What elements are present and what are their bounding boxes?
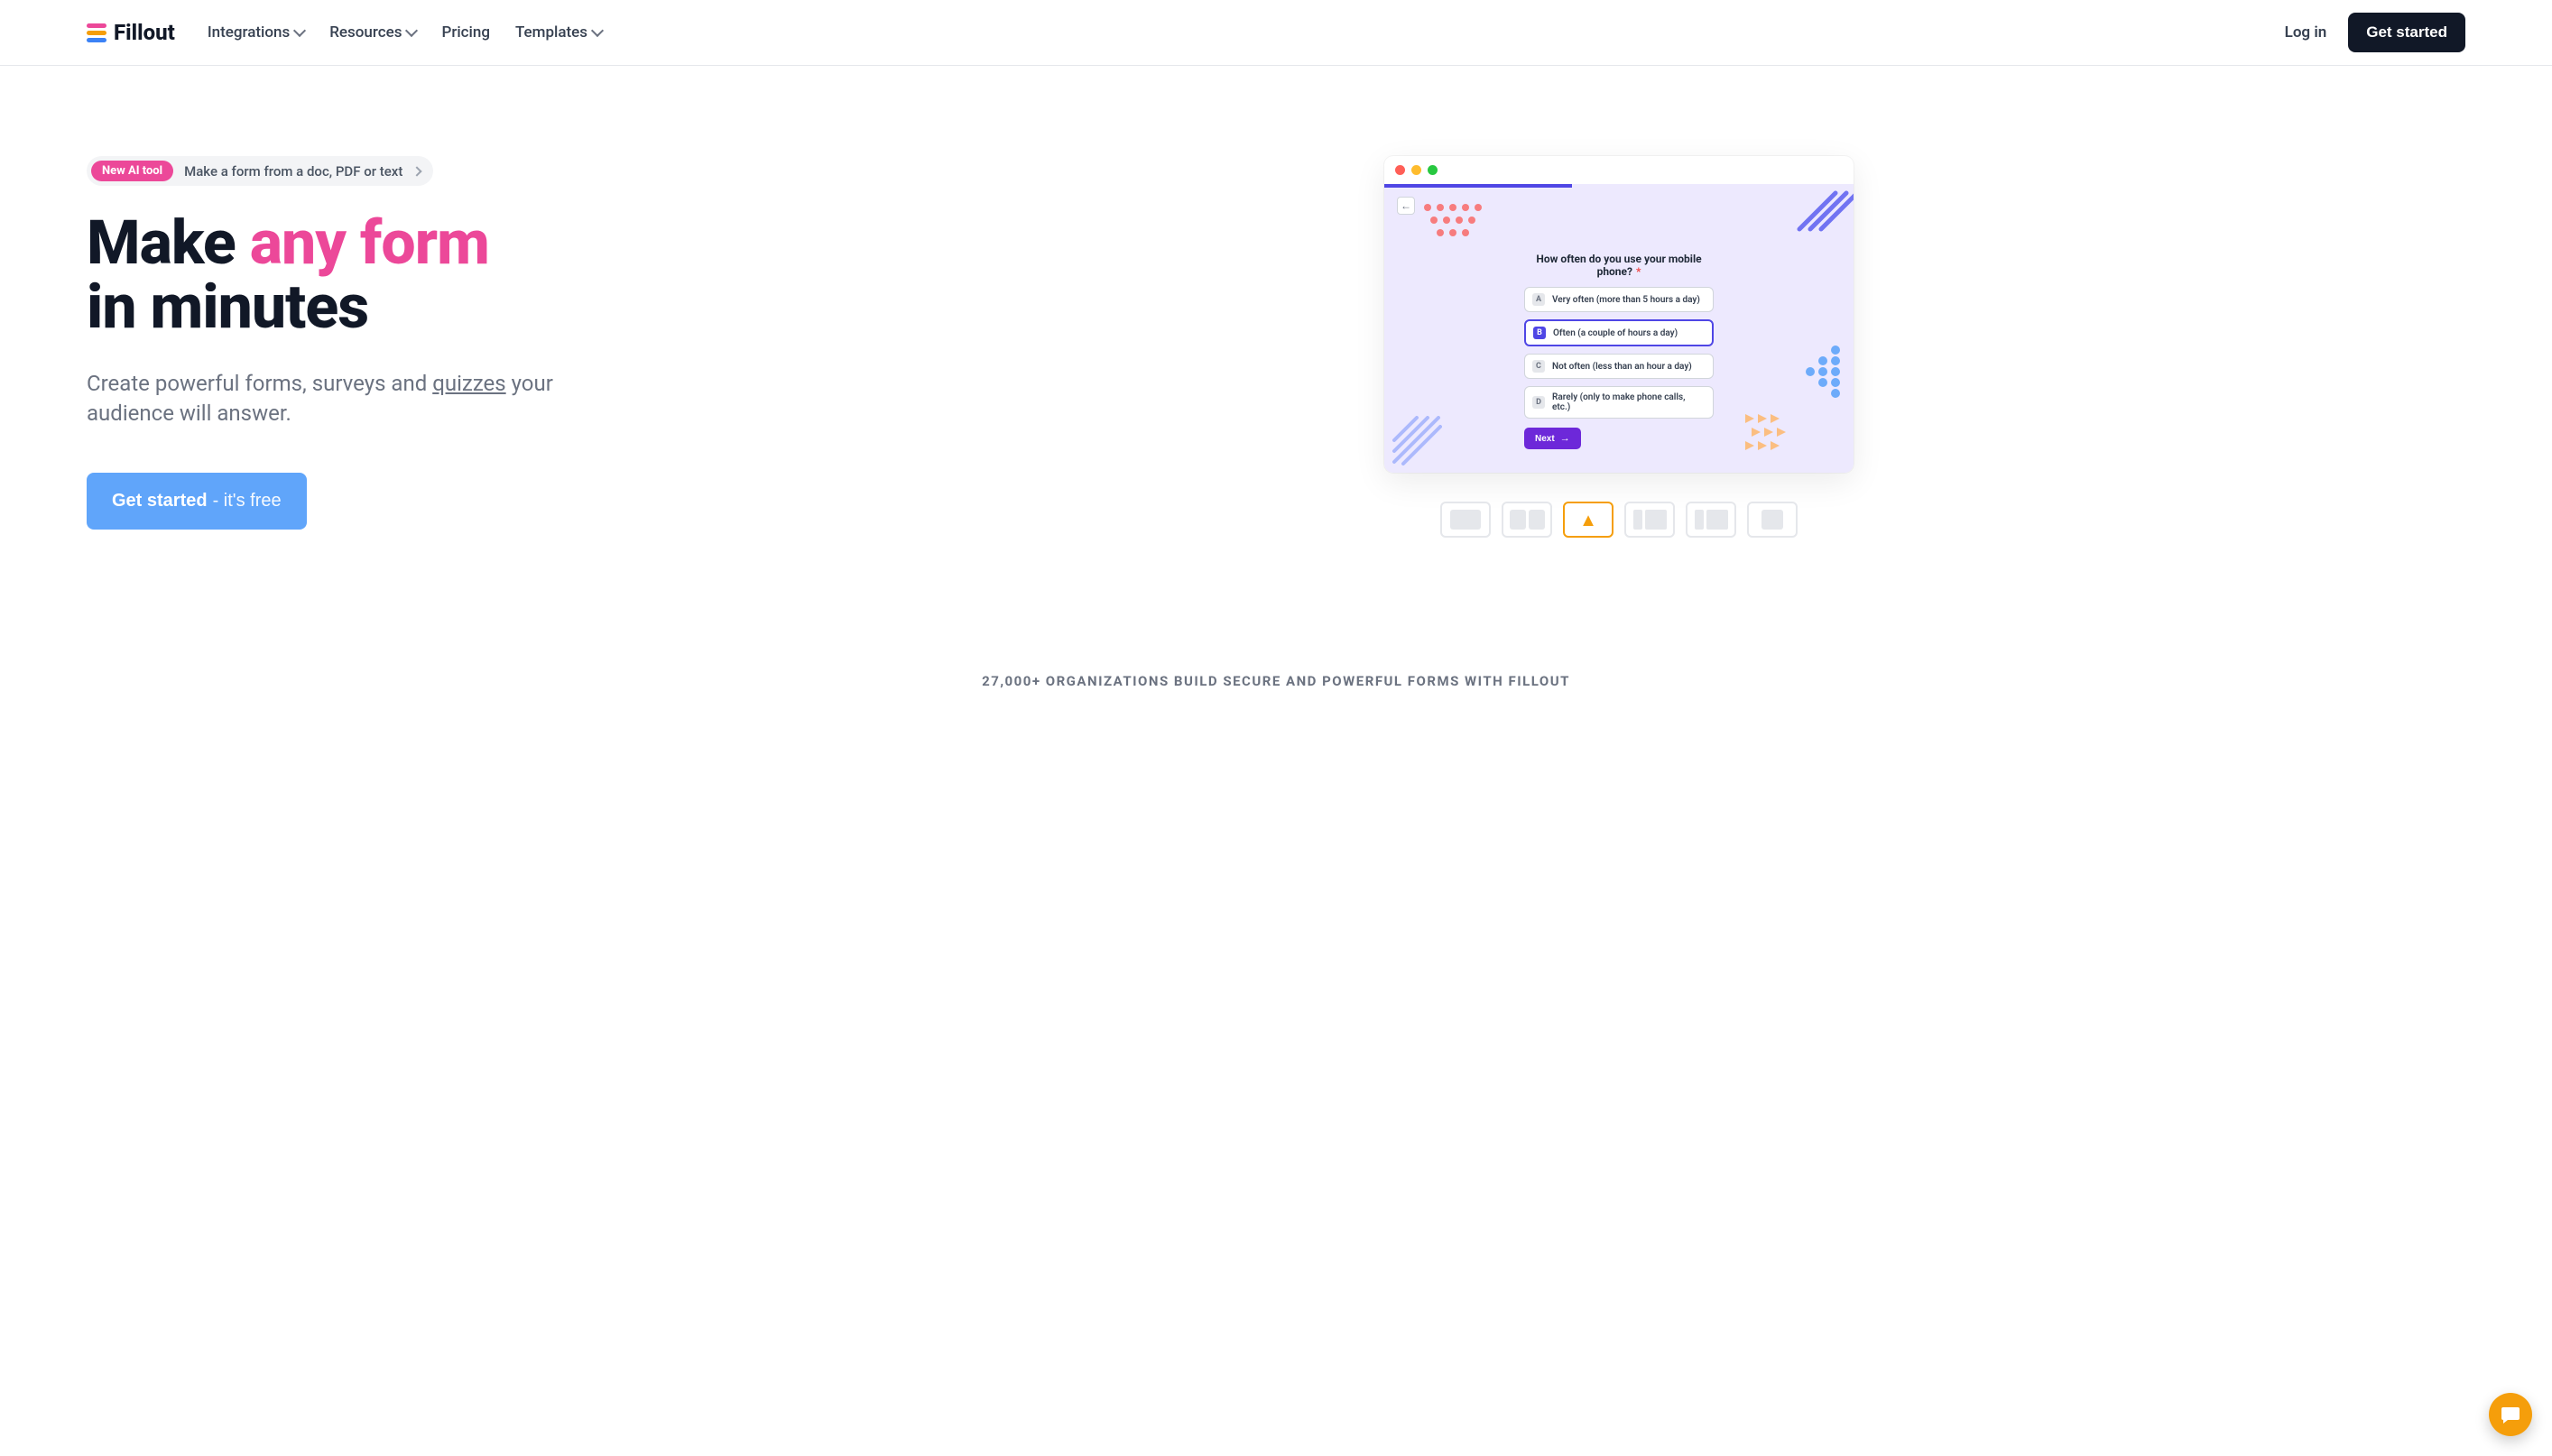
hero-subtitle: Create powerful forms, surveys and quizz… bbox=[87, 369, 592, 429]
thumb-layout-4[interactable] bbox=[1624, 502, 1675, 538]
thumb-layout-2[interactable] bbox=[1502, 502, 1552, 538]
chat-icon bbox=[2500, 1404, 2521, 1425]
form-card: How often do you use your mobile phone?*… bbox=[1524, 253, 1714, 449]
quizzes-link[interactable]: quizzes bbox=[432, 371, 505, 396]
nav-integrations[interactable]: Integrations bbox=[208, 23, 304, 41]
option-key: C bbox=[1532, 360, 1545, 373]
option-c[interactable]: C Not often (less than an hour a day) bbox=[1524, 354, 1714, 379]
layout-thumbnails: ▲ bbox=[1440, 502, 1798, 538]
thumb-layout-6[interactable] bbox=[1747, 502, 1798, 538]
nav-templates[interactable]: Templates bbox=[515, 23, 602, 41]
option-d[interactable]: D Rarely (only to make phone calls, etc.) bbox=[1524, 386, 1714, 419]
hero-right: ← bbox=[772, 156, 2465, 538]
pill-badge: New AI tool bbox=[91, 161, 173, 181]
nav-label: Pricing bbox=[441, 23, 490, 41]
option-key: A bbox=[1532, 293, 1545, 306]
brand-name: Fillout bbox=[114, 20, 175, 45]
traffic-light-close-icon bbox=[1395, 165, 1405, 175]
main-nav: Integrations Resources Pricing Templates bbox=[208, 23, 602, 41]
hero-title: Make any form in minutes bbox=[87, 211, 718, 340]
window-traffic-lights bbox=[1384, 156, 1854, 184]
login-link[interactable]: Log in bbox=[2285, 23, 2327, 41]
arrow-right-icon: → bbox=[1560, 433, 1570, 444]
hero-sub-pre: Create powerful forms, surveys and bbox=[87, 371, 432, 396]
required-asterisk-icon: * bbox=[1636, 265, 1641, 278]
decoration-dots-red-icon bbox=[1420, 200, 1493, 250]
chevron-down-icon bbox=[591, 24, 604, 37]
header-left: Fillout Integrations Resources Pricing T… bbox=[87, 20, 602, 45]
get-started-header-button[interactable]: Get started bbox=[2348, 13, 2465, 52]
hero-title-highlight: any form bbox=[250, 207, 489, 279]
traffic-light-min-icon bbox=[1411, 165, 1421, 175]
header-right: Log in Get started bbox=[2285, 13, 2465, 52]
chevron-right-icon bbox=[412, 166, 422, 176]
preview-body: ← bbox=[1384, 184, 1854, 473]
pill-text: Make a form from a doc, PDF or text bbox=[184, 163, 402, 180]
option-key: B bbox=[1533, 327, 1546, 339]
thumb-layout-5[interactable] bbox=[1686, 502, 1736, 538]
nav-label: Templates bbox=[515, 23, 587, 41]
decoration-triangles-icon bbox=[1745, 410, 1799, 455]
get-started-cta[interactable]: Get started - it's free bbox=[87, 473, 307, 530]
decoration-stripes-icon bbox=[1790, 184, 1854, 234]
option-a[interactable]: A Very often (more than 5 hours a day) bbox=[1524, 287, 1714, 312]
option-b[interactable]: B Often (a couple of hours a day) bbox=[1524, 319, 1714, 346]
social-proof-text: 27,000+ organizations build secure and p… bbox=[0, 673, 2552, 689]
hero-left: New AI tool Make a form from a doc, PDF … bbox=[87, 156, 718, 530]
preview-window: ← bbox=[1384, 156, 1854, 473]
decoration-dots-blue-icon bbox=[1799, 343, 1845, 406]
nav-pricing[interactable]: Pricing bbox=[441, 23, 490, 41]
option-label: Rarely (only to make phone calls, etc.) bbox=[1552, 392, 1706, 412]
back-button[interactable]: ← bbox=[1397, 197, 1415, 215]
hero-title-post: in minutes bbox=[87, 271, 368, 343]
hero-section: New AI tool Make a form from a doc, PDF … bbox=[0, 66, 2552, 574]
chevron-down-icon bbox=[293, 24, 306, 37]
nav-label: Integrations bbox=[208, 23, 290, 41]
progress-bar bbox=[1384, 184, 1572, 188]
option-label: Very often (more than 5 hours a day) bbox=[1552, 295, 1700, 305]
cta-light: - it's free bbox=[213, 491, 282, 511]
logo-icon bbox=[87, 23, 106, 42]
decoration-stripes-icon bbox=[1390, 413, 1444, 467]
nav-label: Resources bbox=[329, 23, 402, 41]
next-button[interactable]: Next → bbox=[1524, 428, 1581, 449]
option-label: Often (a couple of hours a day) bbox=[1553, 328, 1678, 338]
ai-tool-pill[interactable]: New AI tool Make a form from a doc, PDF … bbox=[87, 156, 433, 186]
nav-resources[interactable]: Resources bbox=[329, 23, 416, 41]
question-text: How often do you use your mobile phone?* bbox=[1524, 253, 1714, 278]
cta-strong: Get started bbox=[112, 491, 208, 511]
thumb-layout-1[interactable] bbox=[1440, 502, 1491, 538]
brand-logo[interactable]: Fillout bbox=[87, 20, 175, 45]
site-header: Fillout Integrations Resources Pricing T… bbox=[0, 0, 2552, 66]
hero-title-pre: Make bbox=[87, 207, 250, 279]
image-icon: ▲ bbox=[1579, 509, 1597, 531]
option-key: D bbox=[1532, 396, 1545, 409]
option-label: Not often (less than an hour a day) bbox=[1552, 362, 1692, 372]
chat-launcher[interactable] bbox=[2489, 1393, 2532, 1436]
chevron-down-icon bbox=[405, 24, 418, 37]
thumb-layout-3[interactable]: ▲ bbox=[1563, 502, 1613, 538]
next-label: Next bbox=[1535, 434, 1555, 444]
traffic-light-max-icon bbox=[1428, 165, 1438, 175]
